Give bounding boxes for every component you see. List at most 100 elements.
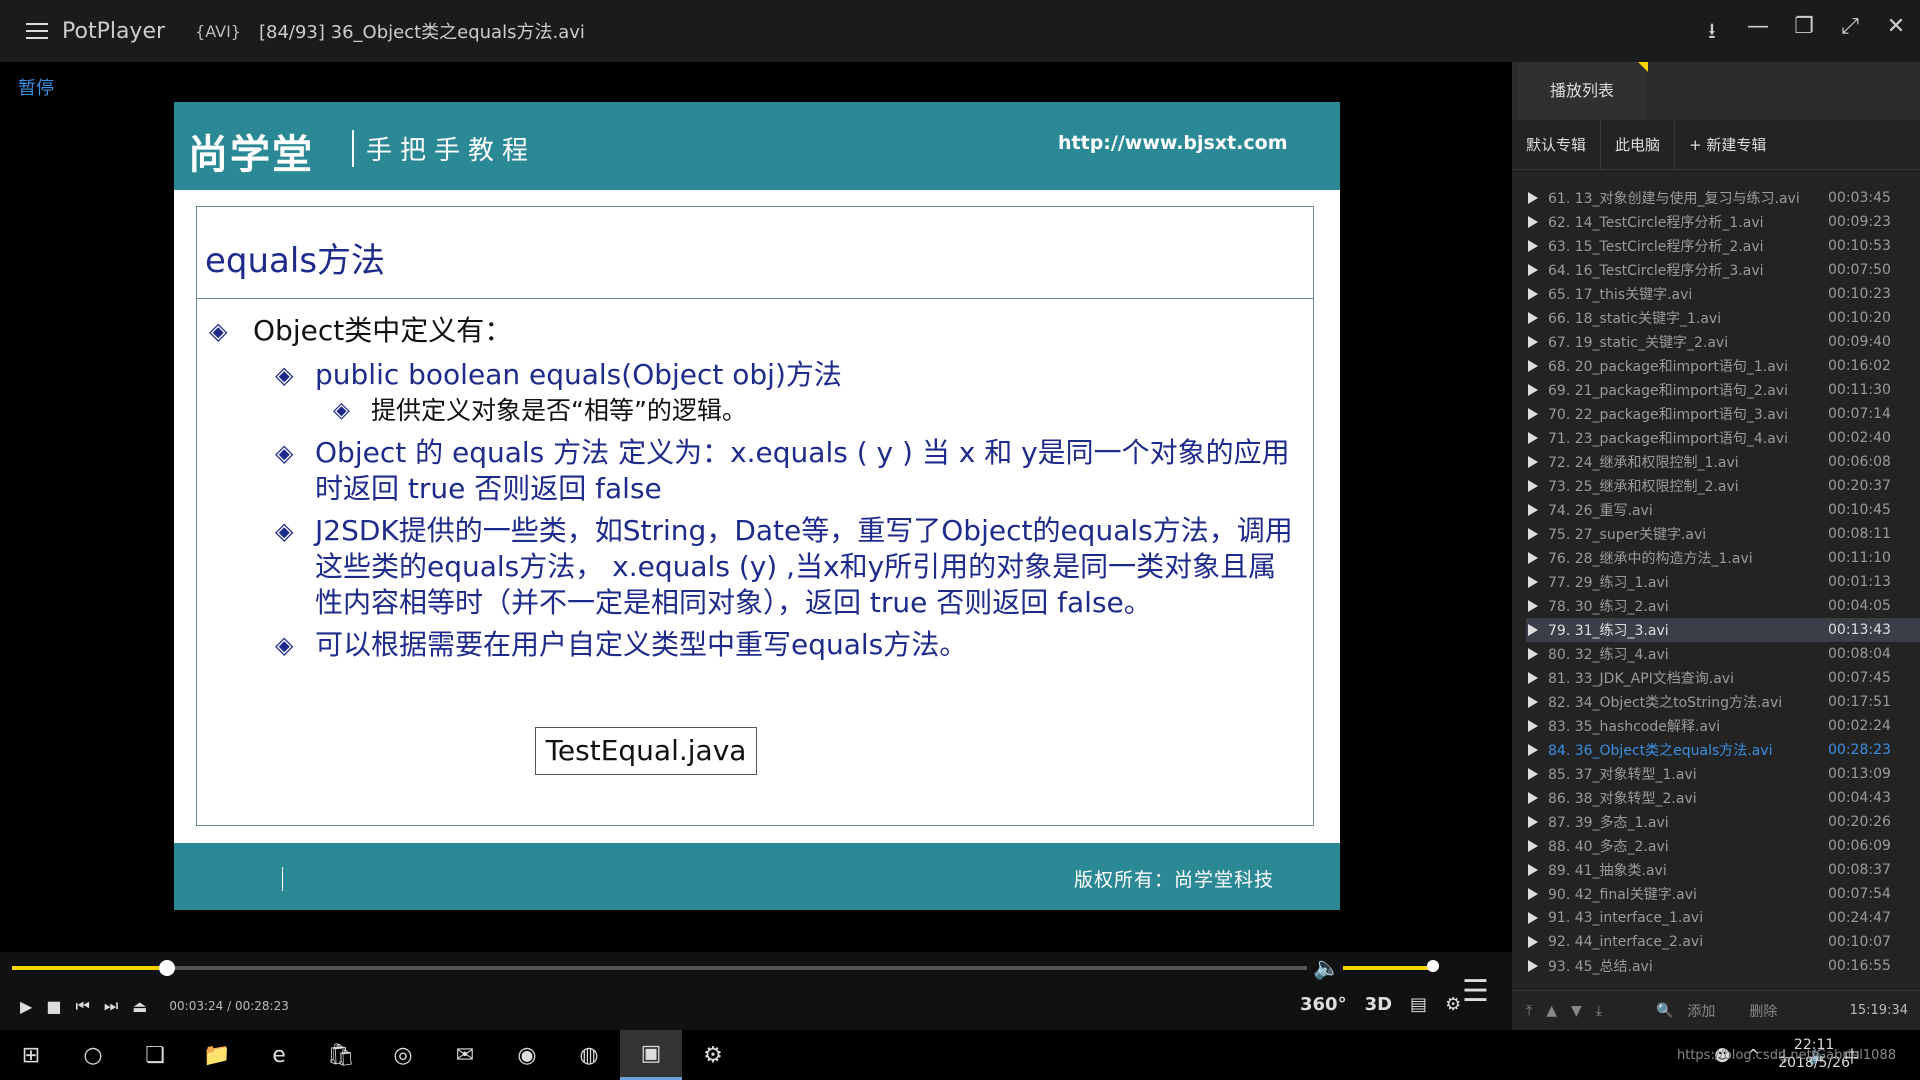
playlist-item[interactable]: 84. 36_Object类之equals方法.avi 00:28:23 (1526, 738, 1920, 762)
playlist-item[interactable]: 87. 39_多态_1.avi 00:20:26 (1526, 810, 1920, 834)
delete-button[interactable]: 删除 (1749, 1001, 1777, 1021)
play-triangle-icon (1528, 408, 1538, 420)
time-readout: 00:03:24 / 00:28:23 (169, 999, 289, 1013)
chrome-icon[interactable]: ◍ (558, 1030, 620, 1080)
store-icon[interactable]: 🛍 (310, 1030, 372, 1080)
playlist-item[interactable]: 73. 25_继承和权限控制_2.avi 00:20:37 (1526, 474, 1920, 498)
chapters-icon[interactable]: ▤ (1410, 994, 1427, 1015)
playlist-item[interactable]: 93. 45_总结.avi 00:16:55 (1526, 954, 1920, 978)
file-explorer-icon[interactable]: 📁 (186, 1030, 248, 1080)
playlist-item[interactable]: 90. 42_final关键字.avi 00:07:54 (1526, 882, 1920, 906)
play-triangle-icon (1528, 288, 1538, 300)
task-view-icon[interactable]: ❏ (124, 1030, 186, 1080)
playlist-item[interactable]: 76. 28_继承中的构造方法_1.avi 00:11:10 (1526, 546, 1920, 570)
playlist-item[interactable]: 64. 16_TestCircle程序分析_3.avi 00:07:50 (1526, 258, 1920, 282)
fullscreen-button[interactable]: ⤢ (1836, 14, 1864, 52)
bullet-3a: ◈ 提供定义对象是否“相等”的逻辑。 (333, 393, 1313, 429)
playlist-item[interactable]: 80. 32_练习_4.avi 00:08:04 (1526, 642, 1920, 666)
playlist-item[interactable]: 78. 30_练习_2.avi 00:04:05 (1526, 594, 1920, 618)
cortana-icon[interactable]: ○ (62, 1030, 124, 1080)
playlist-item-name: 65. 17_this关键字.avi (1548, 287, 1693, 303)
playlist-item[interactable]: 91. 43_interface_1.avi 00:24:47 (1526, 906, 1920, 930)
play-triangle-icon (1528, 432, 1538, 444)
pin-icon[interactable]: ⭳ (1698, 14, 1726, 52)
playlist-item[interactable]: 66. 18_static关键字_1.avi 00:10:20 (1526, 306, 1920, 330)
playlist-item-duration: 00:28:23 (1828, 742, 1891, 758)
logo-text: 尚学堂 (188, 131, 314, 178)
3d-button[interactable]: 3D (1365, 994, 1392, 1015)
next-icon[interactable]: ⏭ (104, 996, 118, 1016)
playlist-item[interactable]: 82. 34_Object类之toString方法.avi 00:17:51 (1526, 690, 1920, 714)
bullet-1: ◈ Object类中定义有： (209, 311, 1313, 351)
mail-icon[interactable]: ✉ (434, 1030, 496, 1080)
playlist-item-duration: 00:07:54 (1828, 886, 1891, 902)
play-triangle-icon (1528, 576, 1538, 588)
prev-icon[interactable]: ⏮ (75, 996, 89, 1016)
play-triangle-icon (1528, 480, 1538, 492)
restore-button[interactable]: ❐ (1790, 14, 1818, 52)
playlist-item-name: 78. 30_练习_2.avi (1548, 599, 1669, 615)
slide-url: http://www.bjsxt.com (1058, 132, 1288, 154)
browser-icon[interactable]: ◎ (372, 1030, 434, 1080)
playlist-item[interactable]: 86. 38_对象转型_2.avi 00:04:43 (1526, 786, 1920, 810)
tab-default-album[interactable]: 默认专辑 (1512, 119, 1602, 170)
diamond-icon: ◈ (275, 361, 294, 389)
play-triangle-icon (1528, 312, 1538, 324)
playlist-item[interactable]: 70. 22_package和import语句_3.avi 00:07:14 (1526, 402, 1920, 426)
playlist-item[interactable]: 83. 35_hashcode解释.avi 00:02:24 (1526, 714, 1920, 738)
playlist-item[interactable]: 75. 27_super关键字.avi 00:08:11 (1526, 522, 1920, 546)
move-bottom-icon[interactable]: ⤓ (1596, 1003, 1602, 1019)
vr360-button[interactable]: 360° (1300, 994, 1347, 1015)
playlist-item-name: 76. 28_继承中的构造方法_1.avi (1548, 551, 1753, 567)
playlist-item[interactable]: 63. 15_TestCircle程序分析_2.avi 00:10:53 (1526, 234, 1920, 258)
volume-icon[interactable]: 🔈 (1313, 956, 1340, 981)
new-album-button[interactable]: + 新建专辑 (1675, 120, 1780, 170)
playlist-item[interactable]: 79. 31_练习_3.avi 00:13:43 (1526, 618, 1920, 642)
playlist-item-duration: 00:11:10 (1828, 550, 1891, 566)
file-title: [84/93] 36_Object类之equals方法.avi (258, 22, 585, 43)
close-button[interactable]: ✕ (1882, 14, 1910, 52)
potplayer-taskbar-icon[interactable]: ▣ (620, 1030, 682, 1080)
tab-this-pc[interactable]: 此电脑 (1601, 119, 1676, 170)
play-triangle-icon (1528, 816, 1538, 828)
playlist-item[interactable]: 72. 24_继承和权限控制_1.avi 00:06:08 (1526, 450, 1920, 474)
search-icon[interactable]: 🔍 (1656, 1003, 1673, 1019)
playlist-item[interactable]: 89. 41_抽象类.avi 00:08:37 (1526, 858, 1920, 882)
move-up-icon[interactable]: ▲ (1546, 1003, 1557, 1019)
playlist-item[interactable]: 69. 21_package和import语句_2.avi 00:11:30 (1526, 378, 1920, 402)
playlist-item[interactable]: 65. 17_this关键字.avi 00:10:23 (1526, 282, 1920, 306)
playlist-item[interactable]: 92. 44_interface_2.avi 00:10:07 (1526, 930, 1920, 954)
edge-icon[interactable]: e (248, 1030, 310, 1080)
playlist-item[interactable]: 74. 26_重写.avi 00:10:45 (1526, 498, 1920, 522)
add-button[interactable]: 添加 (1687, 1001, 1715, 1021)
seek-bar[interactable] (12, 960, 1307, 976)
windows-start-icon[interactable]: ⊞ (0, 1030, 62, 1080)
volume-knob[interactable] (1427, 960, 1439, 972)
settings-app-icon[interactable]: ⚙ (682, 1030, 744, 1080)
app-green-icon[interactable]: ◉ (496, 1030, 558, 1080)
menu-icon[interactable] (26, 23, 48, 39)
playlist-item[interactable]: 77. 29_练习_1.avi 00:01:13 (1526, 570, 1920, 594)
playlist-item[interactable]: 81. 33_JDK_API文档查询.avi 00:07:45 (1526, 666, 1920, 690)
playlist-item[interactable]: 61. 13_对象创建与使用_复习与练习.avi 00:03:45 (1526, 186, 1920, 210)
seek-knob[interactable] (159, 960, 176, 976)
play-icon[interactable]: ▶ (20, 997, 32, 1016)
tab-playlist[interactable]: 播放列表 (1518, 62, 1646, 120)
diamond-icon: ◈ (275, 517, 294, 545)
playlist-item[interactable]: 71. 23_package和import语句_4.avi 00:02:40 (1526, 426, 1920, 450)
move-down-icon[interactable]: ▼ (1571, 1003, 1582, 1019)
playlist-item-name: 69. 21_package和import语句_2.avi (1548, 383, 1788, 399)
eject-icon[interactable]: ⏏ (132, 997, 147, 1016)
playlist-item[interactable]: 88. 40_多态_2.avi 00:06:09 (1526, 834, 1920, 858)
playlist-item[interactable]: 62. 14_TestCircle程序分析_1.avi 00:09:23 (1526, 210, 1920, 234)
stop-icon[interactable]: ■ (46, 997, 61, 1016)
playlist-item[interactable]: 67. 19_static_关键字_2.avi 00:09:40 (1526, 330, 1920, 354)
volume-bar[interactable] (1343, 966, 1435, 970)
playlist-item[interactable]: 68. 20_package和import语句_1.avi 00:16:02 (1526, 354, 1920, 378)
settings-gear-icon[interactable]: ⚙ (1445, 994, 1461, 1015)
move-top-icon[interactable]: ⤒ (1526, 1003, 1532, 1019)
minimize-button[interactable]: — (1744, 14, 1772, 52)
playlist-item[interactable]: 85. 37_对象转型_1.avi 00:13:09 (1526, 762, 1920, 786)
playlist-toggle-icon[interactable]: ☰ (1462, 974, 1489, 1009)
video-area[interactable]: 暂停 尚学堂 手把手教程 http://www.bjsxt.com equals… (0, 62, 1512, 952)
